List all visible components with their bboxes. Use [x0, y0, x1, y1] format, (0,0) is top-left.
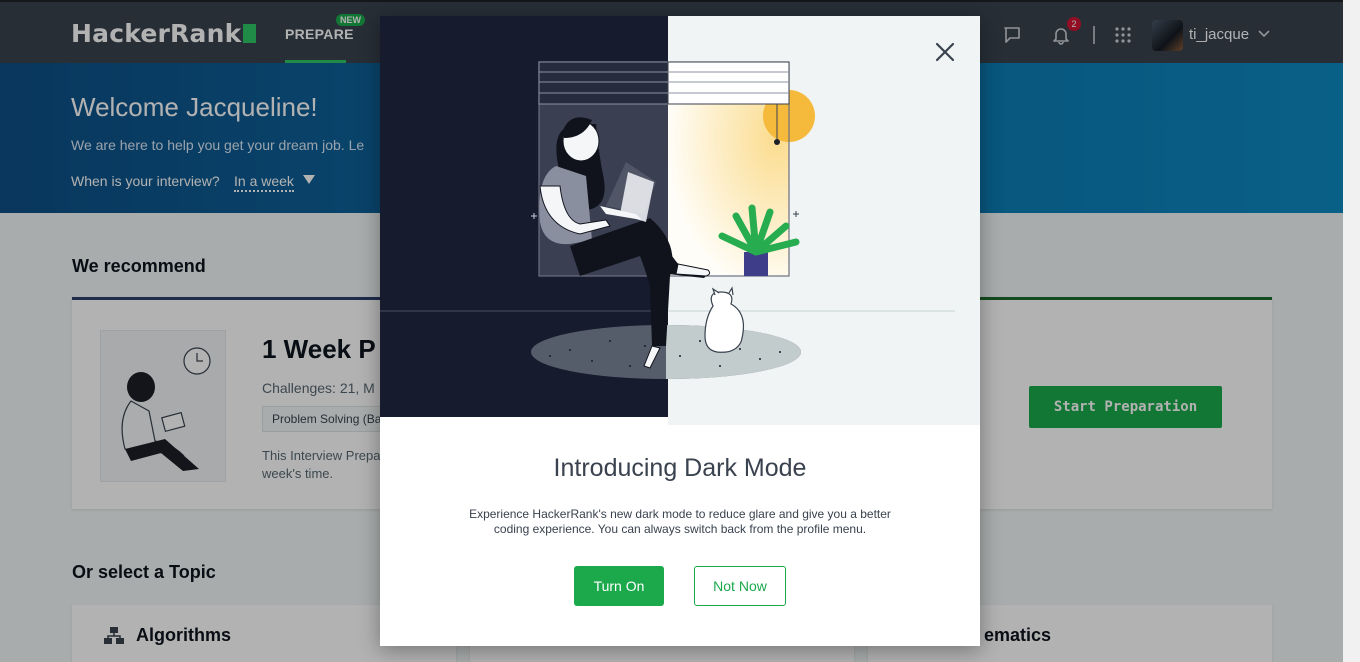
- turn-on-button[interactable]: Turn On: [574, 566, 664, 606]
- modal-title: Introducing Dark Mode: [553, 454, 807, 482]
- close-icon[interactable]: [933, 40, 957, 64]
- dark-mode-modal: Introducing Dark Mode Experience HackerR…: [380, 16, 980, 646]
- not-now-button[interactable]: Not Now: [694, 566, 786, 606]
- modal-description: Experience HackerRank's new dark mode to…: [469, 507, 891, 536]
- dark-mode-illustration: [380, 16, 980, 425]
- page-scrollbar[interactable]: [1343, 0, 1360, 662]
